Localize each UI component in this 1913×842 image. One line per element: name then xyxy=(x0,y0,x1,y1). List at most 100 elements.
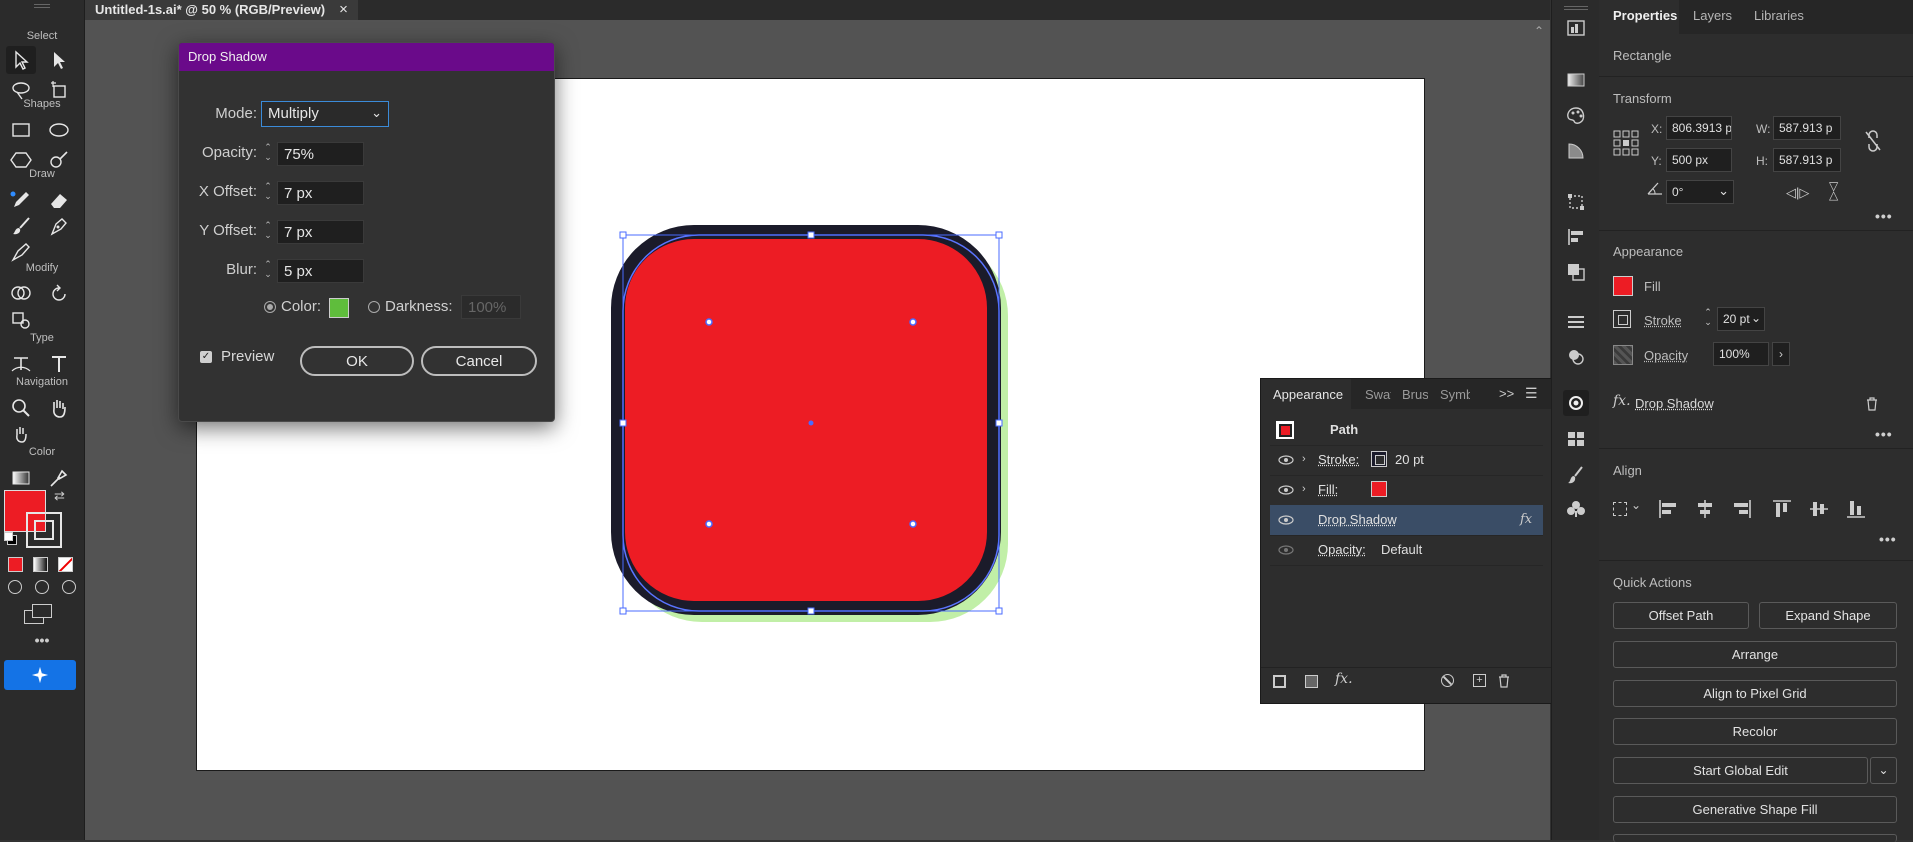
properties-panel-icon[interactable] xyxy=(1563,15,1589,41)
y-offset-stepper[interactable]: ⌃ ⌄ xyxy=(261,220,275,244)
opacity-stepper[interactable]: ⌃ ⌄ xyxy=(261,142,275,166)
live-paint-tool[interactable] xyxy=(6,306,36,334)
tab-layers[interactable]: Layers xyxy=(1693,8,1732,23)
swatches-panel-icon[interactable] xyxy=(1563,426,1589,452)
align-more-options[interactable]: ••• xyxy=(1879,531,1897,547)
props-effect-link[interactable]: Drop Shadow xyxy=(1635,396,1714,411)
transform-more-options[interactable]: ••• xyxy=(1875,208,1893,224)
props-stroke-swatch[interactable] xyxy=(1613,310,1631,328)
appearance-fill-row[interactable]: › Fill: xyxy=(1270,475,1543,506)
generative-ai-button[interactable] xyxy=(4,660,76,690)
pencil-tool[interactable] xyxy=(6,186,36,214)
expand-chevron-icon[interactable]: › xyxy=(1302,453,1306,465)
trash-icon[interactable] xyxy=(1497,673,1511,688)
color-palette-icon[interactable] xyxy=(1563,103,1589,129)
align-panel-icon[interactable] xyxy=(1563,224,1589,250)
layer-effects-icon[interactable] xyxy=(1563,344,1589,370)
cancel-button[interactable]: Cancel xyxy=(421,346,537,376)
props-stroke-label[interactable]: Stroke xyxy=(1644,313,1682,328)
shadow-color-swatch[interactable] xyxy=(329,298,349,318)
shape-builder-tool[interactable] xyxy=(6,280,36,308)
add-fill-icon[interactable] xyxy=(1305,675,1318,688)
more-tabs-button[interactable]: >> xyxy=(1499,386,1514,401)
clear-appearance-icon[interactable] xyxy=(1441,674,1454,687)
add-stroke-icon[interactable] xyxy=(1273,675,1286,688)
visibility-eye-icon[interactable] xyxy=(1278,513,1294,527)
delete-effect-icon[interactable] xyxy=(1865,396,1879,411)
x-offset-input[interactable]: 7 px xyxy=(277,181,364,205)
duplicate-item-icon[interactable]: + xyxy=(1473,674,1486,687)
blur-input[interactable]: 5 px xyxy=(277,259,364,283)
selection-tool[interactable] xyxy=(6,46,36,74)
screen-mode-icon[interactable] xyxy=(24,604,54,624)
ellipse-tool[interactable] xyxy=(44,116,74,144)
gradient-panel-icon[interactable] xyxy=(1563,67,1589,93)
transparency-panel-icon[interactable] xyxy=(1563,138,1589,164)
align-bottom-icon[interactable] xyxy=(1845,498,1867,520)
draw-normal-icon[interactable] xyxy=(8,580,22,594)
zoom-tool[interactable] xyxy=(6,394,36,422)
draw-behind-icon[interactable] xyxy=(35,580,49,594)
rectangle-shape[interactable] xyxy=(618,232,994,608)
drop-shadow-row-label[interactable]: Drop Shadow xyxy=(1318,512,1397,527)
gradient-mode-icon[interactable] xyxy=(33,557,48,572)
props-opacity-input[interactable]: 100% xyxy=(1713,342,1769,366)
fx-icon[interactable]: fx xyxy=(1520,512,1532,527)
stroke-swatch[interactable] xyxy=(1371,451,1387,467)
tab-symbols[interactable]: Symb xyxy=(1440,387,1470,402)
opacity-row-label[interactable]: Opacity: xyxy=(1318,542,1366,557)
visibility-eye-icon[interactable] xyxy=(1278,453,1294,467)
align-left-icon[interactable] xyxy=(1657,498,1679,520)
align-to-dropdown[interactable]: ⌄ xyxy=(1613,498,1649,518)
appearance-drop-shadow-row[interactable]: Drop Shadow fx xyxy=(1270,505,1543,536)
appearance-panel-icon[interactable] xyxy=(1563,390,1589,416)
pathfinder-panel-icon[interactable] xyxy=(1563,259,1589,285)
opacity-input[interactable]: 75% xyxy=(277,142,364,166)
y-position-input[interactable]: 500 px xyxy=(1666,148,1732,172)
next-quick-action-button[interactable] xyxy=(1613,834,1897,842)
align-horizontal-center-icon[interactable] xyxy=(1694,498,1716,520)
rotation-input[interactable]: 0° ⌄ xyxy=(1666,180,1734,204)
tab-swatches[interactable]: Swat xyxy=(1365,387,1391,402)
x-position-input[interactable]: 806.3913 p xyxy=(1666,116,1732,140)
stroke-row-label[interactable]: Stroke: xyxy=(1318,452,1359,467)
x-offset-stepper[interactable]: ⌃ ⌄ xyxy=(261,181,275,205)
props-fill-swatch[interactable] xyxy=(1613,276,1633,296)
visibility-eye-icon[interactable] xyxy=(1278,483,1294,497)
panel-menu-icon[interactable]: ☰ xyxy=(1525,385,1538,402)
align-top-icon[interactable] xyxy=(1771,498,1793,520)
document-tab[interactable]: Untitled-1s.ai* @ 50 % (RGB/Preview) × xyxy=(85,0,358,20)
flip-vertical-icon[interactable]: ▽ △ xyxy=(1829,182,1838,200)
offset-path-button[interactable]: Offset Path xyxy=(1613,602,1749,629)
draw-modes[interactable] xyxy=(8,580,76,596)
generative-shape-fill-button[interactable]: Generative Shape Fill xyxy=(1613,796,1897,823)
y-offset-input[interactable]: 7 px xyxy=(277,220,364,244)
ok-button[interactable]: OK xyxy=(300,346,414,376)
chevron-down-icon[interactable]: ⌄ xyxy=(1718,180,1729,202)
tab-properties[interactable]: Properties xyxy=(1613,8,1677,23)
align-right-icon[interactable] xyxy=(1731,498,1753,520)
width-input[interactable]: 587.913 p xyxy=(1773,116,1841,140)
hand-tool[interactable] xyxy=(44,394,74,422)
global-edit-options-chevron-icon[interactable]: ⌄ xyxy=(1870,757,1897,784)
type-on-path-tool[interactable] xyxy=(6,350,36,378)
stroke-weight-input[interactable]: 20 pt ⌄ xyxy=(1717,307,1765,331)
tab-brushes[interactable]: Brus xyxy=(1402,387,1428,402)
start-global-edit-button[interactable]: Start Global Edit xyxy=(1613,757,1868,784)
rotate-tool[interactable] xyxy=(44,280,74,308)
stroke-panel-icon[interactable] xyxy=(1563,309,1589,335)
fill-row-label[interactable]: Fill: xyxy=(1318,482,1338,497)
rounded-rectangle-artwork[interactable] xyxy=(600,220,1020,630)
mode-select[interactable]: Multiply ⌄ xyxy=(261,101,389,127)
expand-shape-button[interactable]: Expand Shape xyxy=(1759,602,1897,629)
none-mode-icon[interactable] xyxy=(58,557,73,572)
transform-panel-icon[interactable] xyxy=(1563,189,1589,215)
blur-stepper[interactable]: ⌃ ⌄ xyxy=(261,259,275,283)
type-tool[interactable] xyxy=(44,350,74,378)
draw-inside-icon[interactable] xyxy=(62,580,76,594)
collapse-panel-icon[interactable]: ⌃ xyxy=(1534,24,1544,38)
pen-tool[interactable] xyxy=(44,212,74,240)
direct-selection-tool[interactable] xyxy=(44,46,74,74)
flip-horizontal-icon[interactable]: ◁|▷ xyxy=(1786,185,1809,201)
height-input[interactable]: 587.913 p xyxy=(1773,148,1841,172)
